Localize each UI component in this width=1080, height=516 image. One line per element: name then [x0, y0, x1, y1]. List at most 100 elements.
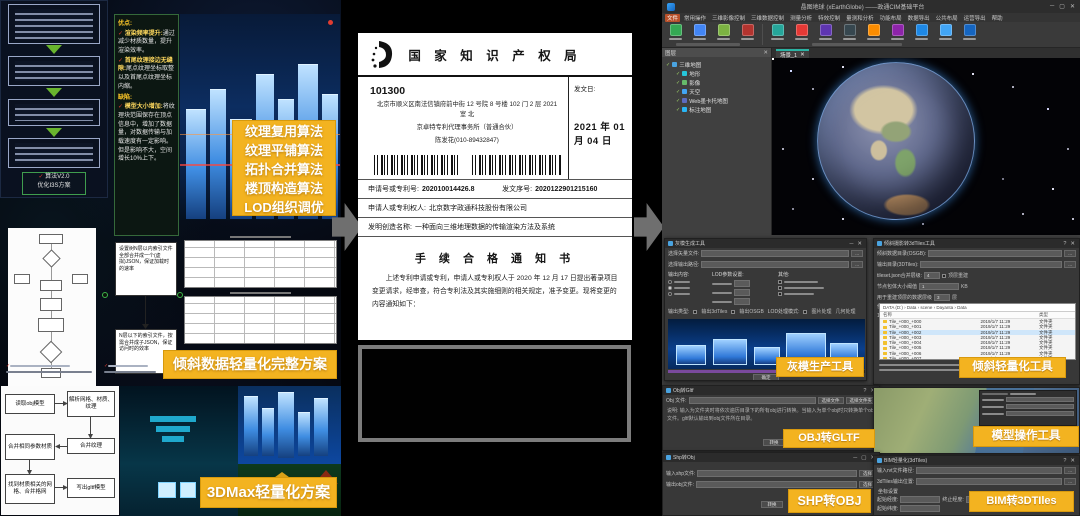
- ribbon-tool[interactable]: [791, 24, 812, 40]
- merge-level-input[interactable]: 4: [924, 272, 940, 279]
- obj-file-input[interactable]: [689, 397, 816, 404]
- ribbon-tool[interactable]: [815, 24, 836, 40]
- output-path-input[interactable]: [701, 261, 849, 268]
- checkbox[interactable]: [778, 280, 782, 284]
- panel-tab[interactable]: [1010, 393, 1036, 395]
- close-icon[interactable]: ✕: [1069, 458, 1076, 464]
- menu-tab[interactable]: 数据导出: [906, 14, 932, 22]
- browse-button[interactable]: ...: [1064, 467, 1076, 474]
- menu-tab[interactable]: 三维数据控制: [749, 14, 786, 22]
- maximize-icon[interactable]: ▢: [1059, 3, 1065, 10]
- close-icon[interactable]: ✕: [1070, 3, 1075, 10]
- lod-param-input[interactable]: [734, 289, 750, 296]
- checkbox-checked[interactable]: [803, 310, 807, 314]
- ribbon-tool[interactable]: [959, 24, 980, 40]
- rebuild-level-input[interactable]: 3: [934, 294, 950, 301]
- help-icon[interactable]: ?: [862, 388, 867, 394]
- close-icon[interactable]: ✕: [763, 50, 768, 56]
- menu-tab[interactable]: 文件: [665, 14, 680, 22]
- rvt-path-input[interactable]: [916, 467, 1062, 474]
- tool-icon[interactable]: [964, 24, 976, 36]
- tool-icon[interactable]: [670, 24, 682, 36]
- close-icon[interactable]: ✕: [1069, 241, 1076, 247]
- maximize-icon[interactable]: ▢: [860, 455, 867, 461]
- help-icon[interactable]: ?: [1062, 241, 1067, 247]
- tool-icon[interactable]: [742, 24, 754, 36]
- lod-param-input[interactable]: [734, 280, 750, 287]
- close-icon[interactable]: ✕: [800, 52, 805, 58]
- ribbon-tool[interactable]: [713, 24, 734, 40]
- tiles-dir-input[interactable]: [920, 261, 1062, 268]
- checkbox[interactable]: [942, 274, 946, 278]
- menu-tab[interactable]: 常用操作: [682, 14, 708, 22]
- check-icon[interactable]: ✓: [676, 107, 680, 113]
- lon-start-input[interactable]: [900, 496, 940, 503]
- panel-tab[interactable]: [982, 393, 1008, 395]
- radio-button[interactable]: [668, 280, 672, 284]
- lod-param-input[interactable]: [734, 298, 750, 305]
- layer-item-imagery[interactable]: ✓ 影像: [666, 78, 771, 87]
- check-icon[interactable]: ✓: [676, 71, 680, 77]
- lat-start-input[interactable]: [900, 505, 940, 512]
- tool-icon[interactable]: [892, 24, 904, 36]
- minimize-icon[interactable]: ─: [852, 455, 858, 461]
- scene-tab[interactable]: 场景_1 ✕: [776, 49, 809, 58]
- check-icon[interactable]: ✓: [666, 62, 670, 68]
- tool-icon[interactable]: [940, 24, 952, 36]
- layer-root[interactable]: ✓ 三维地图: [666, 60, 771, 69]
- tool-icon[interactable]: [772, 24, 784, 36]
- menu-tab[interactable]: 测量分析: [788, 14, 814, 22]
- radio-button[interactable]: [668, 292, 672, 296]
- layer-item-webmercator[interactable]: ✓ Web墨卡托地图: [666, 96, 771, 105]
- shp-file-input[interactable]: [697, 470, 857, 477]
- check-icon[interactable]: ✓: [676, 89, 680, 95]
- browse-button[interactable]: ...: [851, 261, 863, 268]
- radio-button-selected[interactable]: [668, 286, 672, 290]
- column-header-name[interactable]: 名称: [880, 312, 978, 318]
- minimize-icon[interactable]: ─: [848, 241, 854, 247]
- ribbon-tool[interactable]: [887, 24, 908, 40]
- checkbox-checked[interactable]: [693, 310, 697, 314]
- tool-icon[interactable]: [868, 24, 880, 36]
- checkbox[interactable]: [778, 286, 782, 290]
- ribbon-tool[interactable]: [911, 24, 932, 40]
- osgb-dir-input[interactable]: [928, 250, 1062, 257]
- menu-tab[interactable]: 功能布局: [878, 14, 904, 22]
- tool-icon[interactable]: [796, 24, 808, 36]
- layer-item-terrain[interactable]: ✓ 地形: [666, 69, 771, 78]
- ribbon-tool[interactable]: [935, 24, 956, 40]
- convert-button[interactable]: 转换: [761, 501, 783, 508]
- coordinate-input[interactable]: [1006, 411, 1074, 416]
- menu-tab[interactable]: 三维影像控制: [710, 14, 747, 22]
- tool-icon[interactable]: [844, 24, 856, 36]
- coordinate-input[interactable]: [1006, 397, 1074, 402]
- file-path-input[interactable]: [701, 250, 849, 257]
- convert-button[interactable]: 转换: [763, 439, 785, 446]
- menu-tab[interactable]: 特效控制: [816, 14, 842, 22]
- tool-icon[interactable]: [820, 24, 832, 36]
- ribbon-tool[interactable]: [689, 24, 710, 40]
- obj-output-input[interactable]: [696, 481, 857, 488]
- checkbox[interactable]: [731, 310, 735, 314]
- tool-icon[interactable]: [718, 24, 730, 36]
- menu-tab[interactable]: 运营导出: [962, 14, 988, 22]
- choose-file-button[interactable]: 选择文件: [818, 397, 844, 404]
- earth-globe[interactable]: [817, 62, 975, 220]
- help-icon[interactable]: ?: [1062, 458, 1067, 464]
- ribbon-tool[interactable]: [839, 24, 860, 40]
- layer-item-sky[interactable]: ✓ 天空: [666, 87, 771, 96]
- menu-tab[interactable]: 公共布局: [934, 14, 960, 22]
- ribbon-tool[interactable]: [737, 24, 758, 40]
- choose-folder-button[interactable]: 选择文件夹: [846, 397, 877, 404]
- tiles-output-input[interactable]: [916, 478, 1062, 485]
- browse-button[interactable]: ...: [1064, 250, 1076, 257]
- column-header-date[interactable]: [978, 312, 1037, 318]
- menu-tab[interactable]: 帮助: [990, 14, 1005, 22]
- browse-button[interactable]: ...: [851, 250, 863, 257]
- explorer-path[interactable]: DATA (D:) › Data › scene › Dayanta › Dat…: [880, 304, 1075, 312]
- browse-button[interactable]: ...: [1064, 478, 1076, 485]
- check-icon[interactable]: ✓: [676, 80, 680, 86]
- ribbon-tool[interactable]: [863, 24, 884, 40]
- check-icon[interactable]: ✓: [676, 98, 680, 104]
- globe-viewport[interactable]: [772, 58, 1080, 235]
